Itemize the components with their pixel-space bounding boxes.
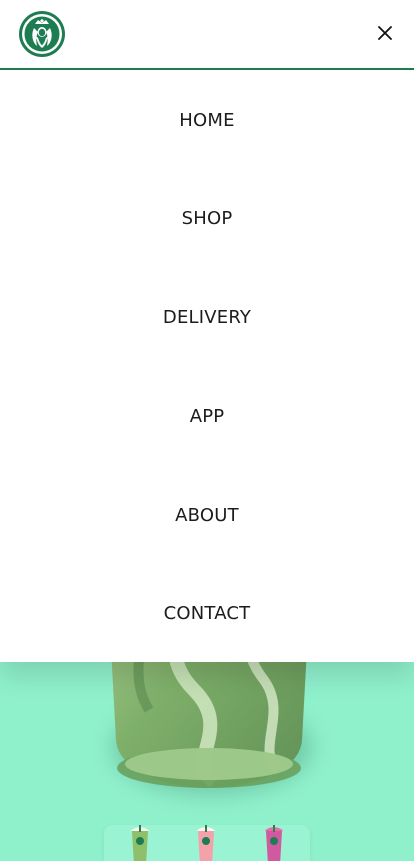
menu-item-shop[interactable]: SHOP <box>0 198 414 238</box>
menu-item-label: HOME <box>179 109 235 131</box>
menu-item-contact[interactable]: CONTACT <box>0 593 414 633</box>
page: HOME SHOP DELIVERY APP ABOUT CONTACT <box>0 0 414 861</box>
menu-item-label: ABOUT <box>175 504 239 526</box>
menu-item-app[interactable]: APP <box>0 396 414 436</box>
close-menu-button[interactable] <box>371 19 399 47</box>
main-menu: HOME SHOP DELIVERY APP ABOUT CONTACT <box>0 70 414 662</box>
matcha-frappuccino-icon[interactable] <box>120 825 160 861</box>
menu-item-label: APP <box>189 405 225 427</box>
product-thumbnails <box>104 825 310 861</box>
menu-item-home[interactable]: HOME <box>0 100 414 140</box>
menu-item-delivery[interactable]: DELIVERY <box>0 297 414 337</box>
close-icon <box>378 26 392 40</box>
menu-item-label: CONTACT <box>163 602 251 624</box>
menu-item-label: SHOP <box>181 207 233 229</box>
menu-item-label: DELIVERY <box>162 306 252 328</box>
berry-frappuccino-icon[interactable] <box>254 825 294 861</box>
top-header <box>0 0 414 70</box>
siren-logo-icon[interactable] <box>18 10 66 58</box>
strawberry-frappuccino-icon[interactable] <box>186 825 226 861</box>
menu-item-about[interactable]: ABOUT <box>0 495 414 535</box>
